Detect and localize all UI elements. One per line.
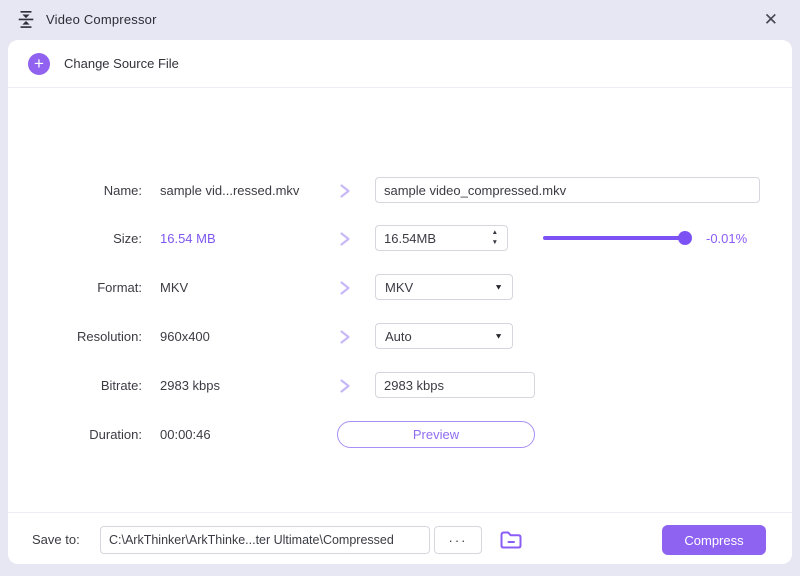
format-select[interactable]: MKV ▼ — [375, 274, 513, 300]
main-panel: + Change Source File Name: sample vid...… — [8, 40, 792, 564]
stepper-arrows: ▲ ▼ — [492, 230, 498, 246]
compress-button[interactable]: Compress — [662, 525, 766, 555]
size-stepper[interactable]: 16.54MB ▲ ▼ — [375, 225, 508, 251]
window-title: Video Compressor — [46, 12, 157, 27]
bitrate-source-value: 2983 kbps — [160, 372, 220, 400]
close-icon[interactable]: ✕ — [758, 9, 784, 30]
folder-icon[interactable] — [498, 528, 524, 552]
resolution-select-value: Auto — [376, 329, 494, 344]
preview-button[interactable]: Preview — [337, 421, 535, 448]
format-source-value: MKV — [160, 274, 188, 302]
name-input[interactable] — [375, 177, 760, 203]
name-label: Name: — [8, 177, 142, 205]
size-stepper-value[interactable]: 16.54MB — [376, 231, 492, 246]
change-source-row[interactable]: + Change Source File — [8, 40, 792, 88]
chevron-right-icon — [338, 280, 352, 301]
resolution-source-value: 960x400 — [160, 323, 210, 351]
caret-down-icon: ▼ — [494, 283, 503, 292]
format-label: Format: — [8, 274, 142, 302]
slider-handle[interactable] — [678, 231, 692, 245]
size-source-value: 16.54 MB — [160, 225, 216, 253]
size-label: Size: — [8, 225, 142, 253]
form-row-bitrate: Bitrate: 2983 kbps — [8, 372, 792, 400]
titlebar: Video Compressor ✕ — [0, 0, 800, 38]
stepper-up-icon[interactable]: ▲ — [492, 230, 498, 237]
bitrate-label: Bitrate: — [8, 372, 142, 400]
save-to-label: Save to: — [32, 526, 80, 554]
footer-divider — [8, 512, 792, 513]
caret-down-icon: ▼ — [494, 332, 503, 341]
browse-more-button[interactable]: ··· — [434, 526, 482, 554]
duration-source-value: 00:00:46 — [160, 421, 211, 449]
chevron-right-icon — [338, 231, 352, 252]
resolution-select[interactable]: Auto ▼ — [375, 323, 513, 349]
bitrate-input[interactable] — [375, 372, 535, 398]
form-row-format: Format: MKV MKV ▼ — [8, 274, 792, 302]
chevron-right-icon — [338, 183, 352, 204]
compress-icon — [16, 9, 36, 29]
form-row-size: Size: 16.54 MB 16.54MB ▲ ▼ -0.01% — [8, 225, 792, 253]
form-row-resolution: Resolution: 960x400 Auto ▼ — [8, 323, 792, 351]
format-select-value: MKV — [376, 280, 494, 295]
form-row-duration: Duration: 00:00:46 Preview — [8, 421, 792, 449]
save-path-input[interactable] — [100, 526, 430, 554]
chevron-right-icon — [338, 329, 352, 350]
chevron-right-icon — [338, 378, 352, 399]
change-source-label[interactable]: Change Source File — [64, 56, 179, 71]
form-row-name: Name: sample vid...ressed.mkv — [8, 177, 792, 205]
size-slider[interactable] — [543, 236, 685, 240]
size-change-percent: -0.01% — [706, 225, 747, 253]
resolution-label: Resolution: — [8, 323, 142, 351]
duration-label: Duration: — [8, 421, 142, 449]
name-source-value: sample vid...ressed.mkv — [160, 177, 299, 205]
plus-icon[interactable]: + — [28, 53, 50, 75]
stepper-down-icon[interactable]: ▼ — [492, 240, 498, 247]
